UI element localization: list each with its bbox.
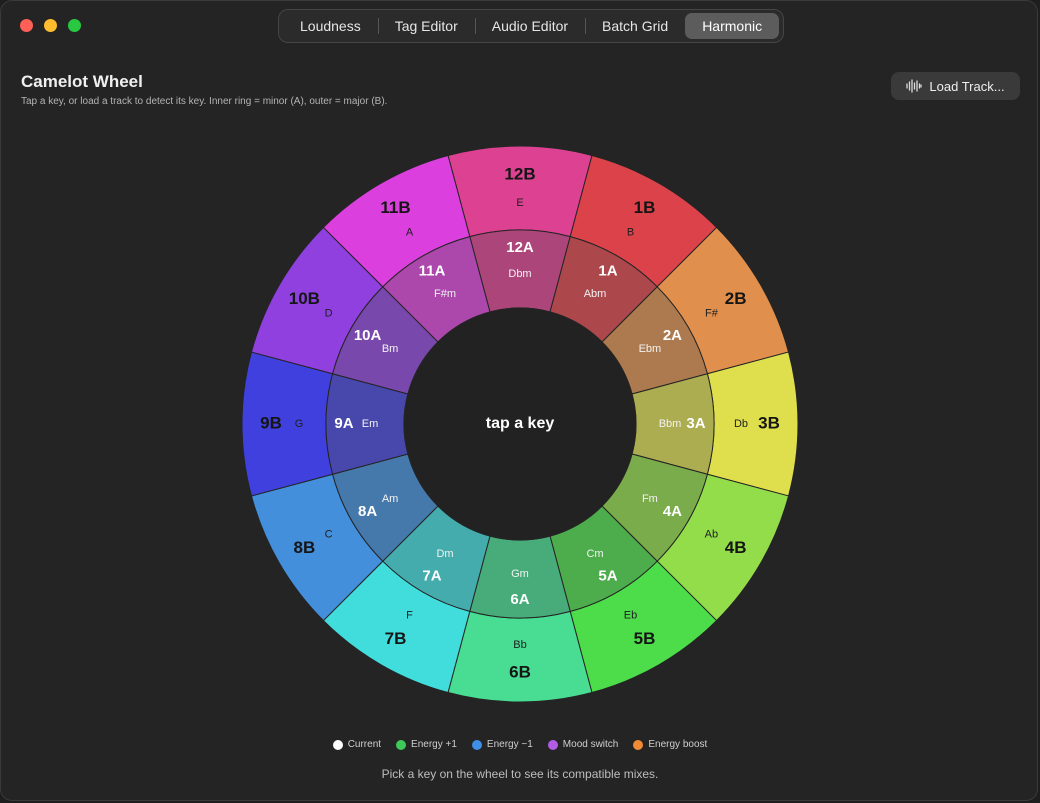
musical-key-label: Db xyxy=(734,418,748,430)
wheel-segment-9b[interactable]: 9B G xyxy=(241,351,334,497)
center-label: tap a key xyxy=(486,415,555,432)
legend-dot xyxy=(471,739,482,750)
wheel-segment-6b[interactable]: 6B Bb xyxy=(447,610,593,703)
wheel-segment-12b[interactable]: 12B E xyxy=(447,145,593,238)
camelot-code-label: 8B xyxy=(293,538,315,557)
musical-key-label: Eb xyxy=(624,609,637,621)
camelot-code-label: 5A xyxy=(598,567,617,584)
legend-label: Energy boost xyxy=(648,739,708,750)
camelot-code-label: 11A xyxy=(419,263,446,280)
camelot-code-label: 8A xyxy=(358,503,377,520)
segment-fill xyxy=(447,610,593,703)
musical-key-label: Abm xyxy=(584,288,607,300)
legend-item-energy-up: Energy +1 xyxy=(396,739,457,750)
musical-key-label: Cm xyxy=(586,548,603,560)
camelot-code-label: 10A xyxy=(354,327,382,344)
camelot-code-label: 6A xyxy=(510,591,529,608)
legend-label: Current xyxy=(347,739,382,750)
camelot-code-label: 6B xyxy=(509,662,531,681)
camelot-code-label: 4A xyxy=(663,503,682,520)
legend-item-energy-down: Energy −1 xyxy=(471,739,533,750)
musical-key-label: B xyxy=(627,227,634,239)
musical-key-label: F xyxy=(406,609,413,621)
segment-fill xyxy=(447,145,593,238)
musical-key-label: Bb xyxy=(513,639,526,651)
app-window: Loudness Tag Editor Audio Editor Batch G… xyxy=(0,0,1038,801)
musical-key-label: Fm xyxy=(642,493,658,505)
musical-key-label: C xyxy=(325,528,333,540)
camelot-code-label: 12A xyxy=(506,239,534,256)
camelot-code-label: 11B xyxy=(380,198,410,217)
camelot-code-label: 4B xyxy=(725,538,747,557)
camelot-code-label: 1B xyxy=(634,198,656,217)
segment-fill xyxy=(706,351,799,497)
camelot-code-label: 3B xyxy=(758,413,780,432)
musical-key-label: D xyxy=(325,307,333,319)
musical-key-label: Gm xyxy=(511,568,529,580)
camelot-code-label: 12B xyxy=(504,164,535,183)
legend-dot xyxy=(633,739,644,750)
legend-label: Energy −1 xyxy=(486,739,533,750)
musical-key-label: A xyxy=(406,227,414,239)
segment-fill xyxy=(241,351,334,497)
musical-key-label: Ab xyxy=(705,528,718,540)
camelot-code-label: 7B xyxy=(385,629,407,648)
musical-key-label: Dbm xyxy=(508,268,531,280)
musical-key-label: Am xyxy=(382,493,399,505)
legend-label: Energy +1 xyxy=(411,739,457,750)
legend: Current Energy +1 Energy −1 Mood switch … xyxy=(1,739,1037,750)
legend-item-mood-switch: Mood switch xyxy=(547,739,619,750)
legend-dot xyxy=(547,739,558,750)
musical-key-label: Ebm xyxy=(639,343,662,355)
legend-dot xyxy=(332,739,343,750)
legend-dot xyxy=(396,739,407,750)
legend-item-current: Current xyxy=(332,739,382,750)
camelot-code-label: 1A xyxy=(598,263,617,280)
camelot-code-label: 3A xyxy=(686,415,705,432)
musical-key-label: G xyxy=(295,418,304,430)
camelot-code-label: 5B xyxy=(634,629,656,648)
camelot-code-label: 2B xyxy=(725,289,747,308)
camelot-code-label: 2A xyxy=(663,327,682,344)
legend-item-energy-boost: Energy boost xyxy=(633,739,707,750)
camelot-code-label: 10B xyxy=(289,289,320,308)
musical-key-label: Bm xyxy=(382,343,399,355)
musical-key-label: F# xyxy=(705,307,719,319)
wheel-segment-3b[interactable]: 3B Db xyxy=(706,351,799,497)
compatible-mixes-hint: Pick a key on the wheel to see its compa… xyxy=(381,767,659,781)
musical-key-label: E xyxy=(516,197,523,209)
camelot-wheel: 12B E 1BB 2B F# 3B Db 4B Ab 5B Eb 6B Bb 7B F 8B C 9B G 10B D… xyxy=(241,145,799,703)
camelot-code-label: 9B xyxy=(260,413,282,432)
musical-key-label: Dm xyxy=(436,548,453,560)
camelot-code-label: 7A xyxy=(422,567,441,584)
musical-key-label: Bbm xyxy=(659,418,682,430)
legend-label: Mood switch xyxy=(562,739,619,750)
camelot-code-label: 9A xyxy=(334,415,353,432)
musical-key-label: Em xyxy=(362,418,379,430)
musical-key-label: F#m xyxy=(434,288,456,300)
